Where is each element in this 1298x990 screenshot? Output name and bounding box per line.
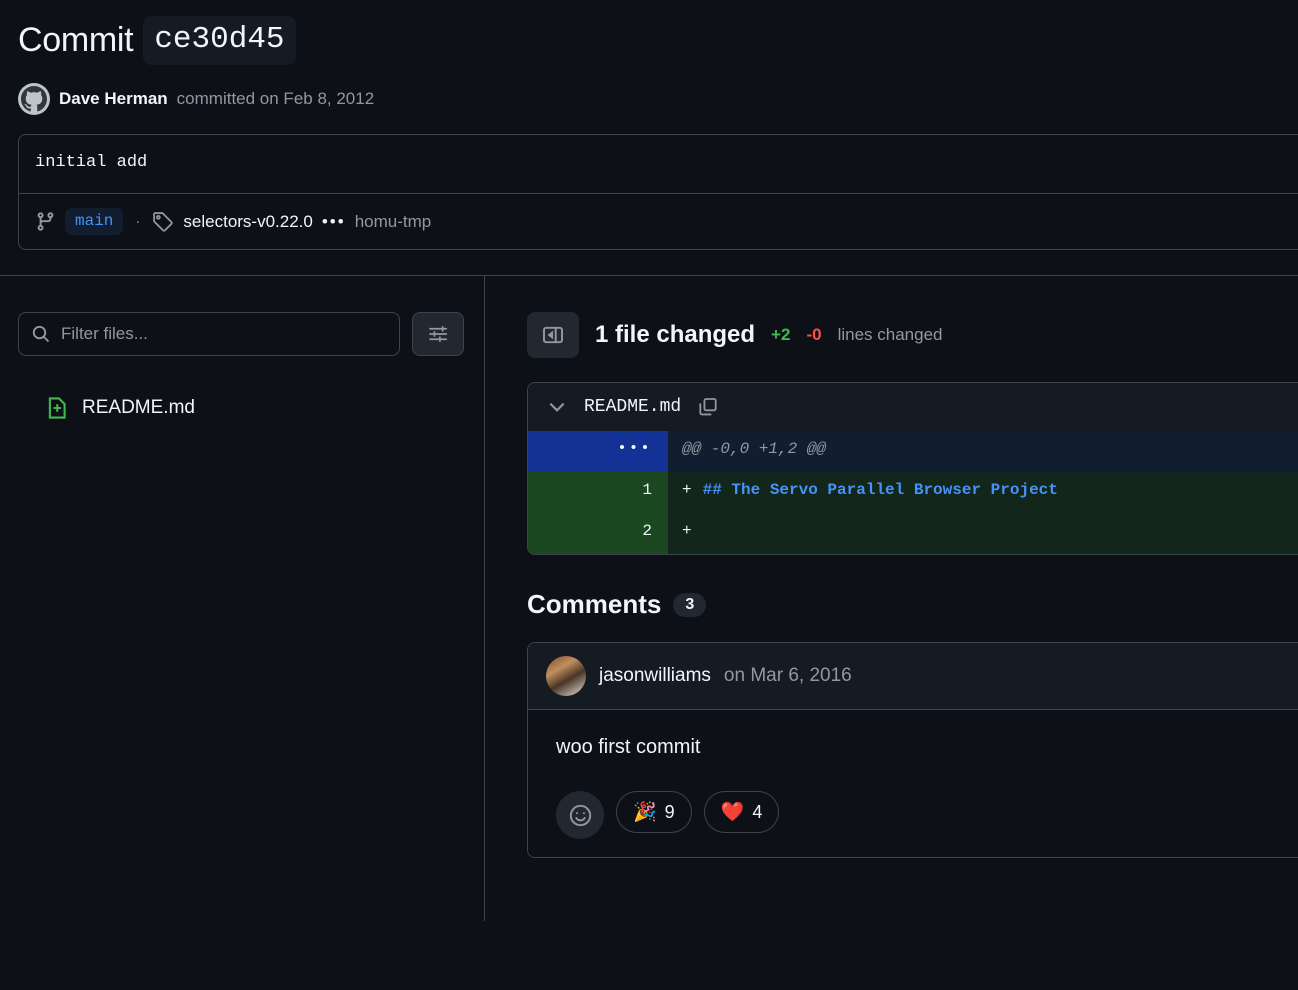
- user-photo-avatar[interactable]: [546, 656, 586, 697]
- diff-line-row[interactable]: 2 +: [528, 513, 1298, 555]
- smiley-icon: [568, 803, 593, 828]
- reactions-row: 🎉 9 ❤️ 4: [556, 791, 1284, 840]
- diff-hunk-header-text: @@ -0,0 +1,2 @@: [668, 431, 1298, 473]
- add-reaction-button[interactable]: [556, 791, 604, 840]
- reaction-count: 9: [664, 801, 675, 822]
- commit-message-box: initial add main · selectors-v0.22.0 •••…: [18, 134, 1298, 251]
- diff-line-number: 1: [528, 472, 668, 514]
- reaction-pill[interactable]: ❤️ 4: [703, 791, 780, 834]
- commit-sha[interactable]: ce30d45: [143, 16, 296, 66]
- reaction-pill[interactable]: 🎉 9: [616, 791, 692, 834]
- heart-emoji-icon: ❤️: [720, 801, 745, 823]
- extra-ref-name[interactable]: homu-tmp: [355, 212, 432, 232]
- diff-lines: ••• @@ -0,0 +1,2 @@ 1 + ## The Servo Para…: [528, 431, 1298, 555]
- comments-header: Comments 3: [527, 589, 1298, 620]
- additions-count: +2: [771, 325, 791, 345]
- tag-name[interactable]: selectors-v0.22.0: [183, 212, 312, 232]
- file-added-icon: [46, 396, 70, 420]
- file-filter-row: [18, 312, 464, 357]
- search-icon: [31, 324, 51, 344]
- commit-date: committed on Feb 8, 2012: [176, 89, 375, 109]
- comment-author[interactable]: jasonwilliams: [599, 665, 711, 687]
- chevron-down-icon[interactable]: [546, 396, 568, 418]
- diff-line-content: + ## The Servo Parallel Browser Project: [668, 472, 1298, 514]
- copy-icon[interactable]: [697, 396, 719, 418]
- tada-emoji-icon: 🎉: [633, 801, 657, 823]
- commit-refs-row: main · selectors-v0.22.0 ••• homu-tmp: [19, 194, 1298, 249]
- files-changed-count: 1 file changed: [595, 321, 756, 349]
- branch-badge[interactable]: main: [65, 208, 124, 236]
- diff-line-number: 2: [528, 513, 668, 555]
- sidebar-collapse-icon: [541, 323, 565, 347]
- comments-count-badge: 3: [673, 592, 707, 617]
- github-logo-avatar[interactable]: [18, 83, 50, 116]
- comment-header: jasonwilliams on Mar 6, 2016: [528, 643, 1298, 711]
- diff-line-content: +: [668, 513, 1298, 555]
- file-tree-item[interactable]: README.md: [46, 396, 464, 420]
- commit-header: Commit ce30d45 Dave Herman committed on …: [0, 0, 1298, 116]
- diff-main-panel: 1 file changed +2 -0 lines changed READM…: [485, 276, 1298, 921]
- comment-date: on Mar 6, 2016: [723, 665, 852, 687]
- file-tree-sidebar: README.md: [0, 276, 485, 922]
- git-branch-icon: [35, 211, 56, 232]
- diff-hunk-expand[interactable]: •••: [528, 431, 668, 473]
- filter-input-wrapper[interactable]: [18, 312, 400, 357]
- diff-line-row[interactable]: 1 + ## The Servo Parallel Browser Project: [528, 472, 1298, 514]
- diff-hunk-row[interactable]: ••• @@ -0,0 +1,2 @@: [528, 431, 1298, 473]
- file-tree-item-label: README.md: [82, 397, 195, 419]
- diff-file-name[interactable]: README.md: [584, 397, 681, 417]
- diff-line-text: ## The Servo Parallel Browser Project: [702, 481, 1058, 500]
- diff-file-header: README.md: [528, 383, 1298, 432]
- comment-card: jasonwilliams on Mar 6, 2016 woo first c…: [527, 642, 1298, 859]
- reaction-count: 4: [752, 801, 763, 822]
- author-name[interactable]: Dave Herman: [59, 89, 168, 109]
- lines-changed-label: lines changed: [837, 325, 943, 345]
- page-title-label: Commit: [18, 21, 134, 60]
- diff-add-sign: +: [682, 481, 692, 500]
- sidebar-collapse-button[interactable]: [527, 312, 579, 359]
- commit-author-row: Dave Herman committed on Feb 8, 2012: [18, 83, 1280, 116]
- diff-split-view: README.md 1 file changed +2 -0 lines cha…: [0, 276, 1298, 922]
- diff-file-card: README.md ••• @@ -0,0 +1,2 @@ 1 + ## The …: [527, 382, 1298, 556]
- file-filter-settings-button[interactable]: [412, 312, 464, 357]
- diff-add-sign: +: [682, 522, 692, 541]
- sliders-icon: [427, 323, 449, 345]
- comments-title: Comments: [527, 589, 662, 620]
- filter-files-input[interactable]: [61, 324, 387, 345]
- page-title: Commit ce30d45: [18, 16, 1280, 66]
- comment-text: woo first commit: [556, 736, 701, 759]
- commit-message-text: initial add: [19, 135, 1298, 195]
- files-changed-header: 1 file changed +2 -0 lines changed: [527, 312, 1298, 359]
- tag-icon: [152, 211, 174, 233]
- comment-body: woo first commit 🎉 9 ❤️ 4: [528, 710, 1298, 858]
- ref-separator: ·: [135, 213, 141, 231]
- deletions-count: -0: [806, 325, 822, 345]
- more-refs-ellipsis[interactable]: •••: [322, 212, 346, 232]
